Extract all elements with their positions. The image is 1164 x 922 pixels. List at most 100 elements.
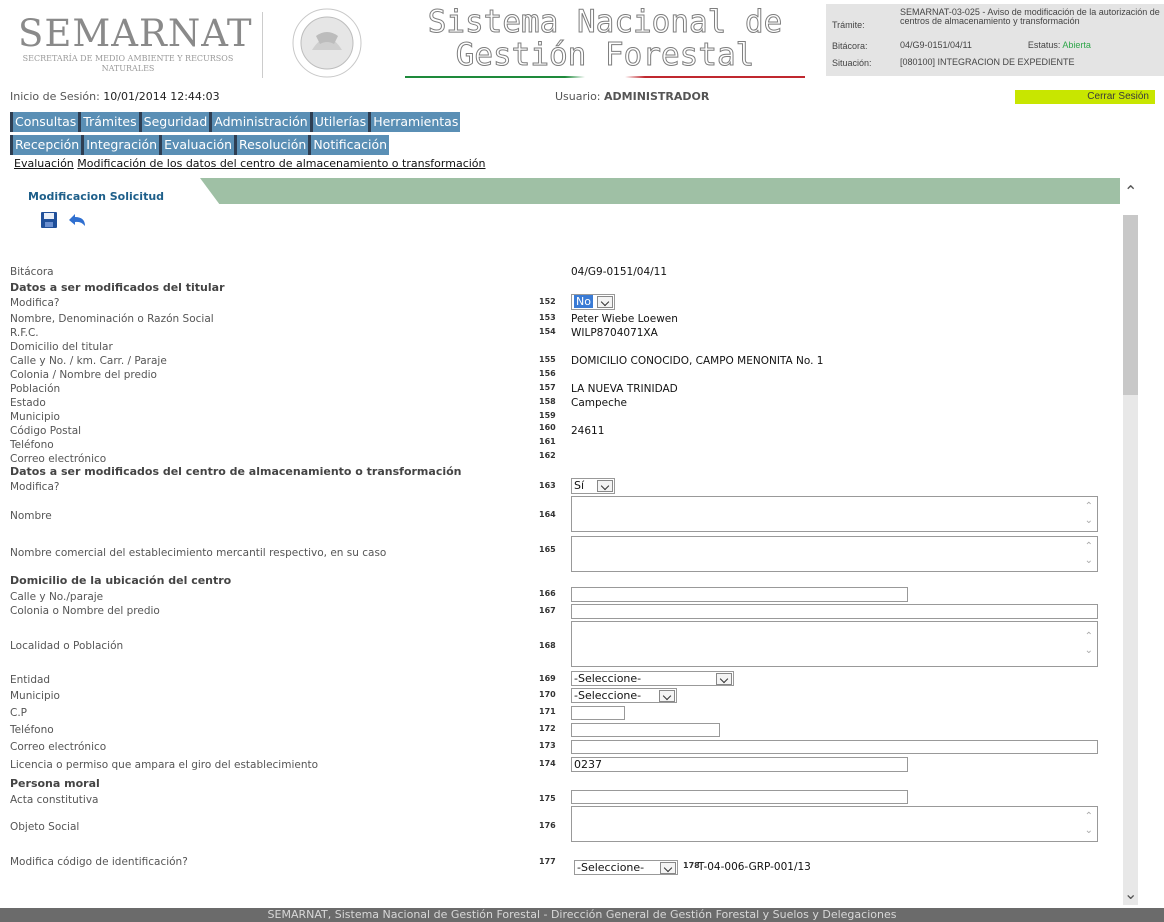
objeto-social-textarea[interactable]: ⌃ ⌄ [571,806,1098,842]
scroll-thumb[interactable] [1123,215,1138,395]
section-titular: Datos a ser modificados del titular [10,281,225,294]
field-number: 167 [539,606,556,615]
field-number: 165 [539,545,556,554]
page-footer: SEMARNAT, Sistema Nacional de Gestión Fo… [0,908,1164,922]
textarea-scroll-icon: ⌃ ⌄ [1084,541,1093,566]
menu-tramites[interactable]: Trámites [78,112,139,132]
status-badge: Abierta [1062,40,1091,50]
field-number: 152 [539,297,556,306]
calle-centro-input[interactable] [571,587,908,602]
menu-evaluacion[interactable]: Evaluación [159,135,235,155]
menu-utilerias[interactable]: Utilerías [309,112,369,132]
field-number: 176 [539,821,556,830]
field-number: 162 [539,451,556,460]
localidad-textarea[interactable]: ⌃ ⌄ [571,621,1098,667]
chevron-down-icon [597,480,613,492]
textarea-scroll-icon: ⌃ ⌄ [1084,811,1093,836]
textarea-scroll-icon: ⌃ ⌄ [1084,501,1093,526]
label-modifica-titular: Modifica? [10,297,60,309]
menu-consultas[interactable]: Consultas [10,112,79,132]
section-persona-moral: Persona moral [10,777,100,790]
menu-seguridad[interactable]: Seguridad [138,112,210,132]
nombre-comercial-textarea[interactable]: ⌃ ⌄ [571,536,1098,572]
field-number: 164 [539,510,556,519]
label-correo: Correo electrónico [10,453,107,465]
system-title: Sistema Nacional de Gestión Forestal [427,4,783,73]
label-municipio-centro: Municipio [10,690,60,702]
logout-button[interactable]: Cerrar Sesión [1015,90,1155,104]
label-nombre-centro: Nombre [10,510,52,522]
logo-divider [262,12,263,78]
municipio-centro-select[interactable]: -Seleccione- [571,688,677,703]
cp-centro-input[interactable] [571,706,625,720]
label-correo-centro: Correo electrónico [10,741,107,753]
modifica-titular-select[interactable]: No [571,294,615,310]
field-number: 169 [539,674,556,683]
chevron-down-icon [660,862,676,874]
menu-notificacion[interactable]: Notificación [308,135,390,155]
save-icon[interactable] [40,211,58,229]
label-telefono: Teléfono [10,439,54,451]
field-number: 170 [539,690,556,699]
label-licencia: Licencia o permiso que ampara el giro de… [10,759,319,771]
label-calle-centro: Calle y No./paraje [10,591,104,603]
field-number: 172 [539,724,556,733]
label-estado: Estado [10,397,46,409]
value-calle: DOMICILIO CONOCIDO, CAMPO MENONITA No. 1 [571,355,824,367]
menu-resolucion[interactable]: Resolución [234,135,309,155]
field-number: 173 [539,741,556,750]
label-cp: Código Postal [10,425,82,437]
field-number: 161 [539,437,556,446]
modifica-centro-select[interactable]: Sí [571,478,615,494]
label-nombre: Nombre, Denominación o Razón Social [10,313,214,325]
undo-icon[interactable] [66,211,88,229]
label-calle: Calle y No. / km. Carr. / Paraje [10,355,167,367]
colonia-centro-input[interactable] [571,604,1098,619]
page-header: SEMARNAT SECRETARÍA DE MEDIO AMBIENTE Y … [0,0,1164,86]
menu-recepcion[interactable]: Recepción [10,135,82,155]
field-number: 157 [539,383,556,392]
field-number: 154 [539,327,556,336]
field-number: 177 [539,857,556,866]
value-estado: Campeche [571,397,628,409]
acta-input[interactable] [571,790,908,804]
field-number: 160 [539,423,556,432]
label-poblacion: Población [10,383,61,395]
session-start: Inicio de Sesión: 10/01/2014 12:44:03 [10,90,220,103]
label-modifica-centro: Modifica? [10,481,60,493]
field-number: 168 [539,641,556,650]
tramite-info-box: Trámite: SEMARNAT-03-025 - Aviso de modi… [826,4,1164,76]
scroll-up-icon[interactable]: ⌃ [1124,182,1137,201]
value-nombre: Peter Wiebe Loewen [571,313,678,325]
label-entidad: Entidad [10,674,51,686]
entidad-select[interactable]: -Seleccione- [571,671,734,686]
label-colonia: Colonia / Nombre del predio [10,369,157,381]
menu-integracion[interactable]: Integración [81,135,160,155]
telefono-centro-input[interactable] [571,723,720,737]
field-number: 166 [539,589,556,598]
title-underline [405,76,805,78]
process-menu: Recepción Integración Evaluación Resoluc… [10,135,390,155]
licencia-input[interactable]: 0237 [571,757,908,772]
textarea-scroll-icon: ⌃ ⌄ [1084,631,1093,656]
codigo-identificacion-select[interactable]: -Seleccione- [574,860,678,875]
chevron-down-icon [716,673,732,685]
field-number: 156 [539,369,556,378]
breadcrumb-modificacion[interactable]: Modificación de los datos del centro de … [77,157,485,170]
user-info: Usuario: ADMINISTRADOR [555,90,710,103]
scroll-down-icon[interactable]: ⌄ [1124,884,1137,903]
correo-centro-input[interactable] [571,740,1098,754]
value-bitacora: 04/G9-0151/04/11 [571,266,668,278]
chevron-down-icon [597,296,613,308]
field-number: 175 [539,794,556,803]
menu-administracion[interactable]: Administración [209,112,310,132]
menu-herramientas[interactable]: Herramientas [368,112,461,132]
value-cp: 24611 [571,425,605,437]
value-rfc: WILP8704071XA [571,327,658,339]
label-objeto-social: Objeto Social [10,821,80,833]
label-modifica-codigo: Modifica código de identificación? [10,856,188,868]
breadcrumb-evaluacion[interactable]: Evaluación [14,157,74,170]
label-telefono-centro: Teléfono [10,724,54,736]
field-number: 158 [539,397,556,406]
nombre-centro-textarea[interactable]: ⌃ ⌄ [571,496,1098,532]
